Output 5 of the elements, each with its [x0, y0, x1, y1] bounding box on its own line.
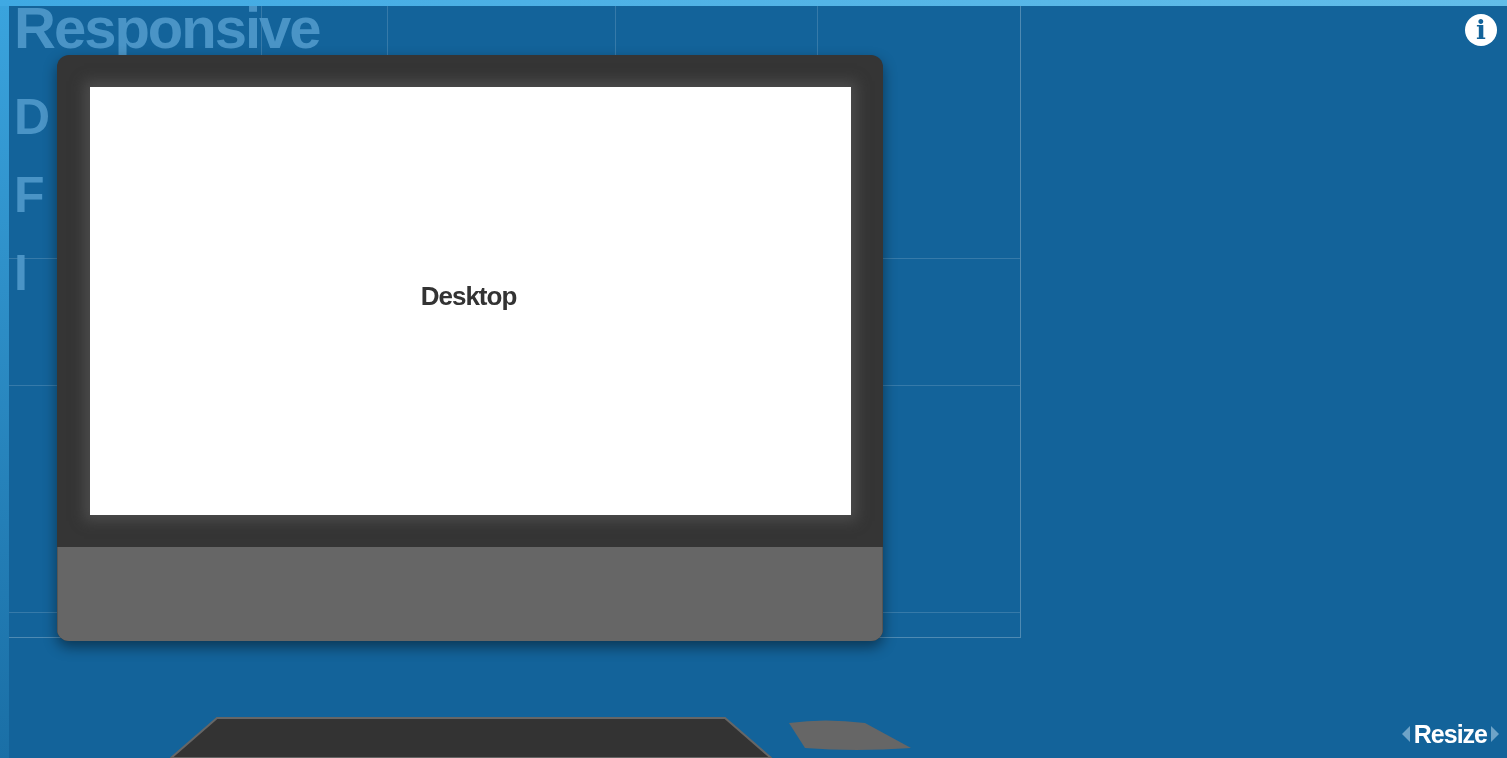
resize-button[interactable]: Resize — [1413, 720, 1487, 748]
screen-label: Desktop — [420, 279, 517, 313]
left-arrow-icon[interactable] — [1401, 726, 1410, 742]
info-button[interactable]: i — [1465, 14, 1497, 46]
right-arrow-icon[interactable] — [1491, 726, 1499, 742]
